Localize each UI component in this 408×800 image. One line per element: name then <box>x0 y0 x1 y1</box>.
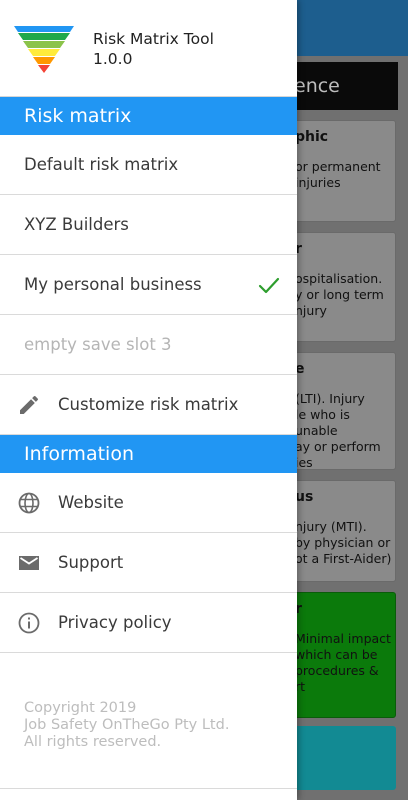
menu-item-label: Customize risk matrix <box>58 395 239 414</box>
app-logo-icon <box>14 26 74 73</box>
menu-item-default-risk-matrix[interactable]: Default risk matrix <box>0 135 297 195</box>
section-header-information: Information <box>0 435 297 473</box>
globe-icon <box>18 492 40 514</box>
app-title: Risk Matrix Tool <box>93 30 214 48</box>
section-header-risk-matrix: Risk matrix <box>0 97 297 135</box>
checkmark-icon <box>258 277 280 294</box>
menu-item-label: Support <box>58 553 124 572</box>
menu-item-label: Privacy policy <box>58 613 172 632</box>
menu-item-label: Website <box>58 493 124 512</box>
menu-item-support[interactable]: Support <box>0 533 297 593</box>
drawer-header: Risk Matrix Tool 1.0.0 <box>0 0 297 97</box>
copyright-line: Job Safety OnTheGo Pty Ltd. <box>24 717 230 733</box>
info-icon <box>18 612 40 634</box>
menu-item-privacy-policy[interactable]: Privacy policy <box>0 593 297 653</box>
navigation-drawer: Risk Matrix Tool 1.0.0 Risk matrix Defau… <box>0 0 297 800</box>
menu-item-website[interactable]: Website <box>0 473 297 533</box>
menu-item-empty-save-slot-3[interactable]: empty save slot 3 <box>0 315 297 375</box>
menu-item-customize-risk-matrix[interactable]: Customize risk matrix <box>0 375 297 435</box>
app-version: 1.0.0 <box>93 50 133 68</box>
pencil-icon <box>20 395 39 414</box>
copyright-line: All rights reserved. <box>24 734 162 750</box>
menu-item-label: Default risk matrix <box>24 155 179 174</box>
copyright-notice: Copyright 2019 Job Safety OnTheGo Pty Lt… <box>24 700 229 751</box>
copyright-line: Copyright 2019 <box>24 700 137 716</box>
menu-item-label: XYZ Builders <box>24 215 129 234</box>
menu-item-xyz-builders[interactable]: XYZ Builders <box>0 195 297 255</box>
menu-item-label: My personal business <box>24 275 202 294</box>
menu-item-my-personal-business[interactable]: My personal business <box>0 255 297 315</box>
mail-icon <box>19 556 39 570</box>
menu-item-label: empty save slot 3 <box>24 335 172 354</box>
divider <box>0 788 297 789</box>
